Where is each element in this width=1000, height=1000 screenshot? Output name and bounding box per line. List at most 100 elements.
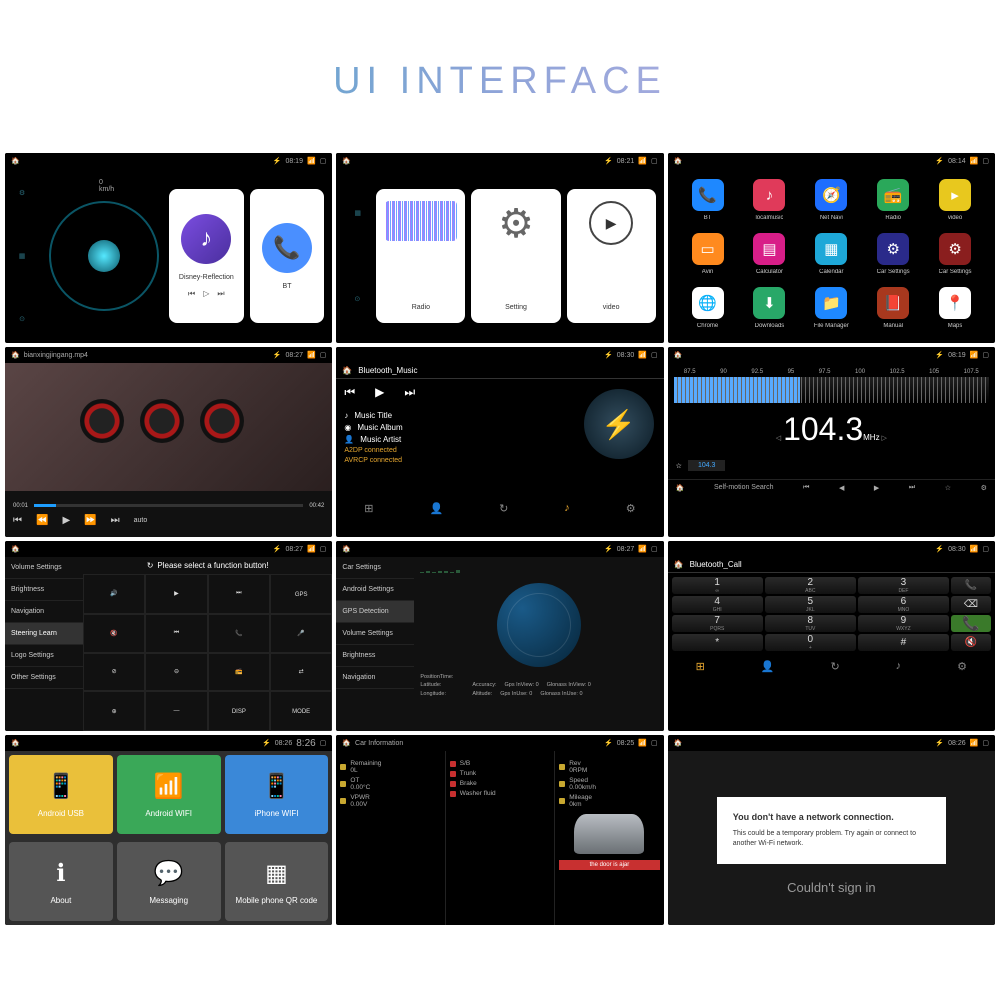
search-button[interactable]: Self-motion Search xyxy=(714,484,774,492)
prev-icon[interactable]: ⏮ xyxy=(803,484,809,492)
rew-icon[interactable]: ⏪ xyxy=(36,515,48,526)
sidebar[interactable]: ⚙ ▦ ⊙ xyxy=(5,169,39,343)
up-icon[interactable]: ⊙ xyxy=(19,315,25,323)
seek-back-icon[interactable]: ◀ xyxy=(839,484,844,492)
home-icon[interactable]: 🏠 xyxy=(674,560,684,569)
sidebar-item-gps-detection[interactable]: GPS Detection xyxy=(336,601,414,623)
video-card[interactable]: ▶video xyxy=(567,189,656,323)
radio-card[interactable]: Radio xyxy=(376,189,465,323)
messaging-tile[interactable]: 💬Messaging xyxy=(117,842,221,921)
key-3[interactable]: 3DEF xyxy=(858,577,949,594)
play-icon[interactable]: ▶ xyxy=(375,385,384,400)
history-icon[interactable]: ↻ xyxy=(499,502,508,515)
sidebar-item-car-settings[interactable]: Car Settings xyxy=(336,557,414,579)
music-tab-icon[interactable]: ♪ xyxy=(564,502,570,515)
key-8[interactable]: 8TUV xyxy=(765,615,856,632)
dialpad-tab-icon[interactable]: ⊞ xyxy=(696,660,705,673)
history-icon[interactable]: ↻ xyxy=(830,660,839,673)
app-calendar[interactable]: ▦Calendar xyxy=(805,233,857,275)
app-car-settings[interactable]: ⚙Car Settings xyxy=(867,233,919,275)
side-key-1[interactable]: ⌫ xyxy=(951,596,991,613)
seek-fwd-icon[interactable]: ▶ xyxy=(874,484,879,492)
app-localmusic[interactable]: ♪localmusic xyxy=(744,179,796,221)
sidebar-item-logo-settings[interactable]: Logo Settings xyxy=(5,645,83,667)
sidebar-item-brightness[interactable]: Brightness xyxy=(5,579,83,601)
sidebar-item-volume-settings[interactable]: Volume Settings xyxy=(336,623,414,645)
key-2[interactable]: 2ABC xyxy=(765,577,856,594)
app-radio[interactable]: 📻Radio xyxy=(867,179,919,221)
auto-button[interactable]: auto xyxy=(134,517,148,524)
func-button-12[interactable]: ⊕ xyxy=(83,691,145,731)
dialpad-icon[interactable]: ⊞ xyxy=(364,502,373,515)
prev-icon[interactable]: ⏮ xyxy=(188,289,195,299)
sidebar-item-navigation[interactable]: Navigation xyxy=(336,667,414,689)
qr-tile[interactable]: ▦Mobile phone QR code xyxy=(225,842,329,921)
prev-icon[interactable]: ⏮ xyxy=(344,385,355,400)
func-button-15[interactable]: MODE xyxy=(270,691,332,731)
music-card[interactable]: ♪ Disney-Reflection ⏮▷⏭ xyxy=(169,189,244,323)
key-4[interactable]: 4GHI xyxy=(672,596,763,613)
setting-card[interactable]: ⚙Setting xyxy=(471,189,560,323)
side-key-2[interactable]: 📞 xyxy=(951,615,991,632)
func-button-9[interactable]: ⊖ xyxy=(145,653,207,692)
gear-icon[interactable]: ⚙ xyxy=(19,189,25,197)
video-frame[interactable] xyxy=(5,363,332,491)
play-icon[interactable]: ▶ xyxy=(62,515,70,526)
key-0[interactable]: 0+ xyxy=(765,634,856,651)
user-icon[interactable]: 👤 xyxy=(761,660,775,673)
app-downloads[interactable]: ⬇Downloads xyxy=(744,287,796,329)
key-1[interactable]: 1∞ xyxy=(672,577,763,594)
app-maps[interactable]: 📍Maps xyxy=(929,287,981,329)
sidebar-item-steering-learn[interactable]: Steering Learn xyxy=(5,623,83,645)
side-key-0[interactable]: 📞 xyxy=(951,577,991,594)
about-tile[interactable]: ℹAbout xyxy=(9,842,113,921)
tile-android-wifi[interactable]: 📶Android WIFI xyxy=(117,755,221,834)
tile-android-usb[interactable]: 📱Android USB xyxy=(9,755,113,834)
key-*[interactable]: * xyxy=(672,634,763,651)
next-icon[interactable]: ⏭ xyxy=(909,484,915,492)
app-bt[interactable]: 📞BT xyxy=(682,179,734,221)
func-button-11[interactable]: ⇄ xyxy=(270,653,332,692)
music-icon[interactable]: ♪ xyxy=(896,660,902,673)
next-icon[interactable]: ⏭ xyxy=(217,289,224,299)
func-button-6[interactable]: 📞 xyxy=(208,614,270,653)
key-7[interactable]: 7PQRS xyxy=(672,615,763,632)
user-icon[interactable]: 👤 xyxy=(429,502,443,515)
func-button-7[interactable]: 🎤 xyxy=(270,614,332,653)
key-#[interactable]: # xyxy=(858,634,949,651)
ff-icon[interactable]: ⏩ xyxy=(84,515,96,526)
func-button-5[interactable]: ⏮ xyxy=(145,614,207,653)
seek-bar[interactable] xyxy=(34,504,303,507)
prev-icon[interactable]: ⏮ xyxy=(13,515,22,526)
app-chrome[interactable]: 🌐Chrome xyxy=(682,287,734,329)
bt-card[interactable]: 📞 BT xyxy=(250,189,325,323)
app-video[interactable]: ▸video xyxy=(929,179,981,221)
key-5[interactable]: 5JKL xyxy=(765,596,856,613)
func-button-14[interactable]: DISP xyxy=(208,691,270,731)
tune-bar[interactable] xyxy=(674,377,989,403)
grid-icon[interactable]: ▦ xyxy=(19,252,26,260)
home-icon[interactable]: 🏠 xyxy=(342,366,352,375)
sidebar-item-other-settings[interactable]: Other Settings xyxy=(5,667,83,689)
play-icon[interactable]: ▷ xyxy=(203,289,209,299)
app-manual[interactable]: 📕Manual xyxy=(867,287,919,329)
tile-iphone-wifi[interactable]: 📱iPhone WIFI xyxy=(225,755,329,834)
app-avin[interactable]: ▭Avin xyxy=(682,233,734,275)
sidebar-item-brightness[interactable]: Brightness xyxy=(336,645,414,667)
sidebar-item-android-settings[interactable]: Android Settings xyxy=(336,579,414,601)
home-icon[interactable]: 🏠 xyxy=(676,484,685,492)
app-car-settings[interactable]: ⚙Car Settings xyxy=(929,233,981,275)
settings-icon[interactable]: ⚙ xyxy=(626,502,636,515)
key-6[interactable]: 6MNO xyxy=(858,596,949,613)
sidebar-item-volume-settings[interactable]: Volume Settings xyxy=(5,557,83,579)
func-button-0[interactable]: 🔊 xyxy=(83,574,145,614)
func-button-13[interactable]: — xyxy=(145,691,207,731)
key-9[interactable]: 9WXYZ xyxy=(858,615,949,632)
next-icon[interactable]: ⏭ xyxy=(111,515,120,526)
side-key-3[interactable]: 🔇 xyxy=(951,634,991,651)
func-button-8[interactable]: ⊘ xyxy=(83,653,145,692)
app-net-navi[interactable]: 🧭Net Navi xyxy=(805,179,857,221)
sidebar-item-navigation[interactable]: Navigation xyxy=(5,601,83,623)
preset-1[interactable]: 104.3 xyxy=(688,460,726,471)
func-button-2[interactable]: ⏭ xyxy=(208,574,270,614)
